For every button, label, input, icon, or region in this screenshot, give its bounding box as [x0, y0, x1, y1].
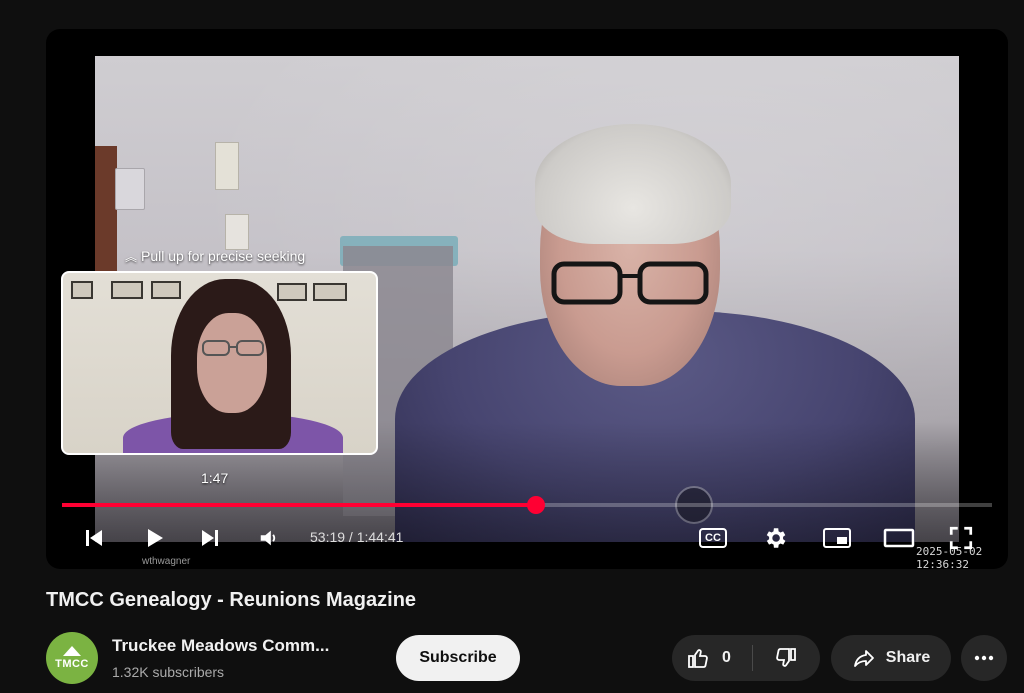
channel-avatar-text: TMCC: [55, 658, 89, 670]
theater-button[interactable]: [882, 524, 916, 552]
preview-scene-frame: [111, 281, 143, 299]
video-scene-glasses: [551, 261, 709, 305]
preview-scene-face: [197, 313, 267, 413]
subscriber-count: 1.32K subscribers: [112, 664, 225, 680]
fullscreen-button[interactable]: [946, 524, 976, 552]
next-icon: [202, 530, 218, 546]
captions-button[interactable]: CC: [697, 524, 729, 552]
chevron-up-icon: ︽: [125, 250, 138, 264]
previous-button[interactable]: [80, 524, 108, 552]
progress-bar[interactable]: [62, 496, 992, 514]
next-button[interactable]: [196, 524, 224, 552]
dislike-button[interactable]: [752, 635, 820, 681]
miniplayer-icon: [823, 528, 851, 548]
video-scene-hair: [535, 124, 731, 244]
preview-scene-glasses: [202, 340, 264, 356]
theater-icon: [883, 528, 915, 548]
play-icon: [148, 529, 163, 547]
subscribe-button[interactable]: Subscribe: [396, 635, 520, 681]
miniplayer-button[interactable]: [820, 524, 854, 552]
volume-icon: [260, 530, 276, 546]
precise-seek-label: Pull up for precise seeking: [141, 248, 306, 264]
video-scene-paper: [225, 214, 249, 250]
seek-preview-time: 1:47: [201, 470, 229, 486]
share-icon: [853, 650, 874, 667]
preview-scene-frame: [277, 283, 307, 301]
precise-seek-hint: ︽ Pull up for precise seeking: [125, 248, 305, 265]
like-count: 0: [722, 649, 731, 666]
settings-button[interactable]: [760, 524, 790, 552]
more-horizontal-icon: [974, 655, 994, 661]
video-scene-paper: [215, 142, 239, 190]
time-display: 53:19 / 1:44:41: [310, 529, 404, 545]
share-label: Share: [885, 649, 931, 666]
like-dislike-group: 0: [672, 635, 820, 681]
volume-button[interactable]: [255, 524, 283, 552]
video-scene-switch: [115, 168, 145, 210]
captions-label: CC: [705, 532, 721, 544]
channel-name[interactable]: Truckee Meadows Comm...: [112, 636, 329, 656]
thumbs-down-icon: [776, 648, 797, 667]
previous-icon: [86, 530, 102, 546]
channel-avatar[interactable]: TMCC: [46, 632, 98, 684]
video-name-overlay: wthwagner: [142, 556, 191, 567]
video-title: TMCC Genealogy - Reunions Magazine: [46, 589, 417, 611]
captions-icon: CC: [699, 528, 727, 548]
progress-played: [62, 503, 537, 507]
fullscreen-icon: [949, 526, 973, 550]
play-button[interactable]: [140, 524, 168, 552]
gear-icon: [766, 528, 786, 548]
like-button[interactable]: 0: [672, 635, 752, 681]
thumbs-up-icon: [688, 649, 708, 668]
more-actions-button[interactable]: [961, 635, 1007, 681]
mountain-icon: [63, 646, 81, 656]
preview-scene-frame: [151, 281, 181, 299]
preview-scene-frame: [313, 283, 347, 301]
share-button[interactable]: Share: [831, 635, 951, 681]
seek-preview-thumbnail: [61, 271, 378, 455]
preview-scene-frame: [71, 281, 93, 299]
